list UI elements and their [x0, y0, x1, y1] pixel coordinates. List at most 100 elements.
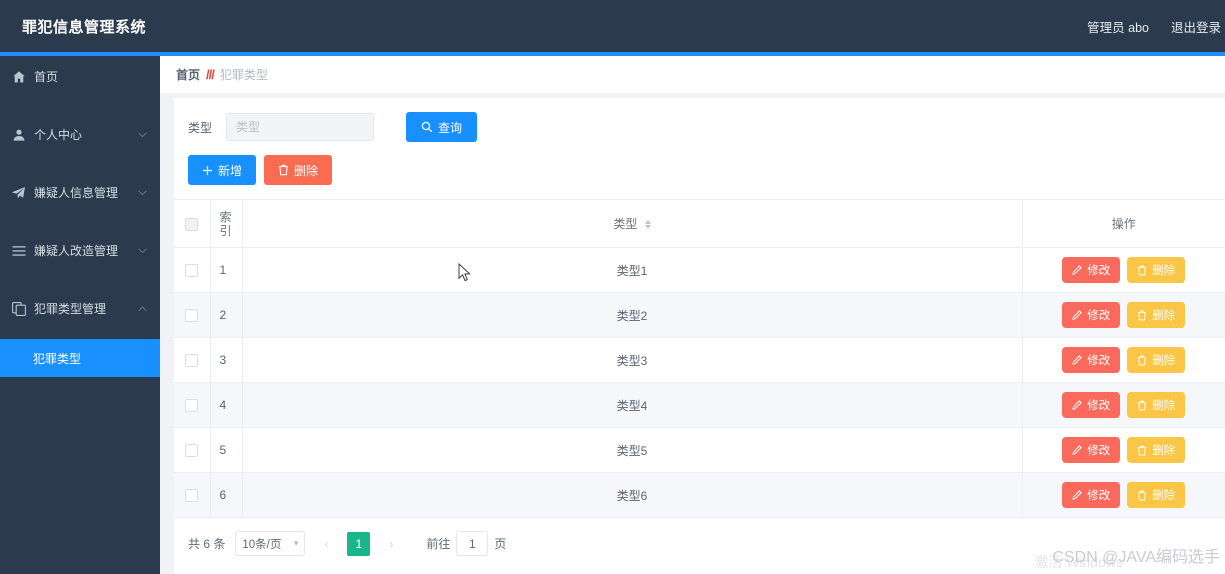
row-edit-button[interactable]: 修改: [1062, 347, 1121, 373]
sidebar-item-personal-center[interactable]: 个人中心: [0, 116, 160, 153]
row-index-cell: 3: [209, 337, 243, 383]
trash-icon: [1137, 445, 1147, 456]
trash-icon: [1137, 490, 1147, 501]
table-row: 2 类型2 修改 删除: [174, 292, 1225, 338]
sidebar-item-crime-type-management[interactable]: 犯罪类型管理: [0, 290, 160, 327]
row-select-cell: [174, 472, 210, 518]
row-delete-button[interactable]: 删除: [1127, 302, 1186, 328]
main-content: 首页 /// 犯罪类型 类型 查询: [160, 56, 1225, 574]
add-button[interactable]: 新增: [188, 155, 257, 185]
breadcrumb-home[interactable]: 首页: [176, 66, 200, 83]
row-delete-button[interactable]: 删除: [1127, 437, 1186, 463]
trash-icon: [1137, 310, 1147, 321]
table-header-row: 索引 类型 操作: [174, 199, 1225, 248]
app-root: 罪犯信息管理系统 管理员 abo 退出登录 首页 个人中心 嫌疑人信息管理 嫌疑…: [0, 0, 1225, 574]
logout-link[interactable]: 退出登录: [1171, 17, 1221, 36]
current-user-label: 管理员 abo: [1087, 20, 1149, 35]
row-index-cell: 2: [209, 292, 243, 338]
row-type-cell: 类型1: [242, 247, 1022, 293]
batch-delete-button[interactable]: 删除: [264, 155, 333, 185]
row-checkbox[interactable]: [185, 399, 199, 413]
row-delete-label: 删除: [1152, 355, 1176, 367]
query-button-label: 查询: [438, 120, 463, 135]
row-action-cell: 修改 删除: [1021, 427, 1225, 473]
breadcrumb-current: 犯罪类型: [219, 68, 268, 82]
pencil-icon: [1072, 355, 1083, 365]
row-select-cell: [174, 382, 210, 428]
app-title: 罪犯信息管理系统: [22, 18, 147, 36]
row-delete-label: 删除: [1152, 445, 1176, 457]
row-type-cell: 类型5: [242, 427, 1022, 473]
row-delete-button[interactable]: 删除: [1127, 257, 1186, 283]
sidebar-item-home[interactable]: 首页: [0, 58, 160, 95]
plus-icon: [202, 165, 213, 176]
row-checkbox[interactable]: [185, 309, 199, 323]
row-edit-label: 修改: [1087, 490, 1111, 502]
row-edit-label: 修改: [1087, 400, 1111, 412]
sidebar-item-label: 首页: [34, 70, 59, 84]
row-select-cell: [174, 247, 210, 293]
sidebar-item-label: 嫌疑人信息管理: [34, 186, 119, 200]
add-button-label: 新增: [218, 163, 243, 178]
row-edit-button[interactable]: 修改: [1062, 392, 1121, 418]
row-edit-button[interactable]: 修改: [1062, 257, 1121, 283]
row-checkbox[interactable]: [185, 444, 199, 458]
pagination-total: 共 6 条: [188, 537, 226, 551]
chevron-down-icon: ▾: [293, 538, 299, 548]
table-row: 5 类型5 修改 删除: [174, 427, 1225, 473]
query-button[interactable]: 查询: [406, 112, 478, 142]
sidebar-item-label: 嫌疑人改造管理: [34, 244, 119, 258]
row-select-cell: [174, 427, 210, 473]
select-all-header: [174, 199, 210, 248]
row-checkbox[interactable]: [185, 489, 199, 503]
row-edit-button[interactable]: 修改: [1062, 302, 1121, 328]
data-table-wrapper: 索引 类型 操作 1 类型1 修改 删除 2 类型2 修改 删除 3 类型3 修改 删除 4 类型4 修改删…: [174, 199, 1225, 518]
table-head: 索引 类型 操作: [174, 199, 1225, 248]
row-type-cell: 类型6: [242, 472, 1022, 518]
row-type-cell: 类型2: [242, 292, 1022, 338]
pencil-icon: [1072, 490, 1083, 500]
row-delete-label: 删除: [1152, 400, 1176, 412]
sidebar-item-suspect-info[interactable]: 嫌疑人信息管理: [0, 174, 160, 211]
pagination-page-1[interactable]: 1: [347, 531, 371, 556]
row-edit-label: 修改: [1087, 445, 1111, 457]
send-icon: [10, 185, 27, 201]
row-delete-button[interactable]: 删除: [1127, 482, 1186, 508]
select-all-checkbox[interactable]: [185, 217, 199, 231]
row-index-cell: 5: [209, 427, 243, 473]
sidebar-item-suspect-reform[interactable]: 嫌疑人改造管理: [0, 232, 160, 269]
table-row: 3 类型3 修改 删除: [174, 337, 1225, 383]
row-checkbox[interactable]: [185, 264, 199, 278]
column-header-type[interactable]: 类型: [242, 199, 1022, 248]
sidebar: 首页 个人中心 嫌疑人信息管理 嫌疑人改造管理 犯罪类型管理 犯罪类型: [0, 56, 160, 574]
user-icon: [10, 127, 27, 143]
jump-page-input[interactable]: [456, 531, 489, 556]
column-header-action: 操作: [1021, 199, 1225, 248]
chevron-down-icon: [136, 245, 148, 257]
row-checkbox[interactable]: [185, 354, 199, 368]
page-size-select[interactable]: 10条/页 ▾: [235, 531, 306, 556]
row-select-cell: [174, 337, 210, 383]
pagination-prev-button[interactable]: ‹: [315, 531, 338, 556]
sidebar-item-label: 犯罪类型管理: [34, 302, 107, 316]
row-edit-button[interactable]: 修改: [1062, 482, 1121, 508]
row-delete-label: 删除: [1152, 265, 1176, 277]
filter-type-input[interactable]: [226, 113, 374, 141]
row-delete-button[interactable]: 删除: [1127, 347, 1186, 373]
pagination-next-button[interactable]: ›: [380, 531, 403, 556]
pencil-icon: [1072, 400, 1083, 410]
row-delete-button[interactable]: 删除: [1127, 392, 1186, 418]
breadcrumb: 首页 /// 犯罪类型: [160, 56, 1225, 94]
row-action-cell: 修改 删除: [1021, 382, 1225, 428]
search-icon: [421, 121, 433, 133]
row-action-cell: 修改 删除: [1021, 472, 1225, 518]
list-icon: [10, 243, 27, 259]
sidebar-subitem-crime-type[interactable]: 犯罪类型: [0, 339, 160, 377]
data-table: 索引 类型 操作 1 类型1 修改 删除 2 类型2 修改 删除 3 类型3 修改 删除 4 类型4 修改删…: [174, 199, 1225, 518]
sort-arrows-icon[interactable]: [644, 220, 651, 230]
page-size-value: 10条/页: [242, 538, 282, 551]
row-edit-button[interactable]: 修改: [1062, 437, 1121, 463]
column-header-type-label: 类型: [613, 217, 638, 231]
filter-bar: 类型 查询: [174, 98, 1225, 142]
csdn-watermark: CSDN @JAVA编码选手: [1052, 549, 1220, 566]
